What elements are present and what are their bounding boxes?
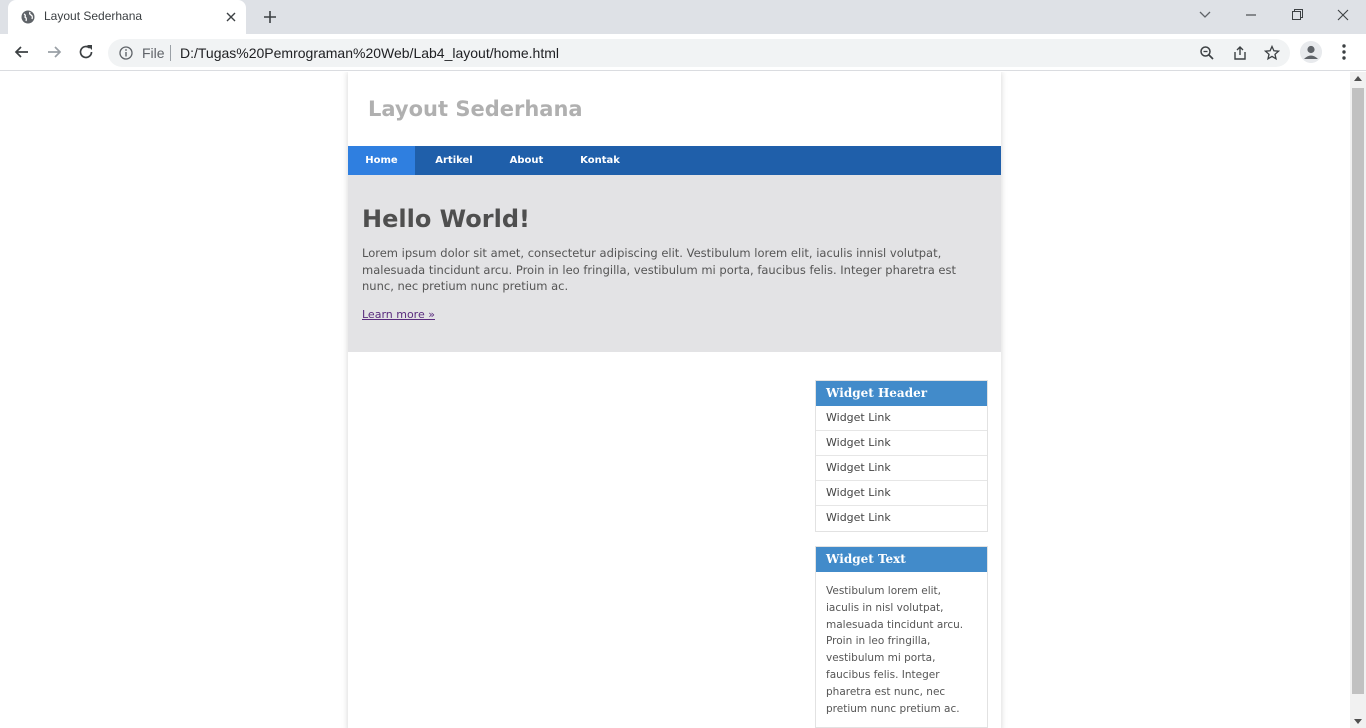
hero-section: Hello World! Lorem ipsum dolor sit amet,… <box>348 175 1001 352</box>
widget-links: Widget Header Widget Link Widget Link Wi… <box>815 380 988 532</box>
widget-text-header: Widget Text <box>816 547 987 572</box>
widget-link-list: Widget Link Widget Link Widget Link Widg… <box>816 406 987 531</box>
share-icon[interactable] <box>1232 45 1248 61</box>
main-nav: Home Artikel About Kontak <box>348 146 1001 175</box>
browser-toolbar: File D:/Tugas%20Pemrograman%20Web/Lab4_l… <box>0 34 1366 71</box>
bookmark-star-icon[interactable] <box>1264 45 1280 61</box>
widget-link[interactable]: Widget Link <box>816 431 987 456</box>
browser-tab[interactable]: Layout Sederhana <box>8 0 246 34</box>
vertical-scrollbar[interactable] <box>1350 72 1366 728</box>
scroll-thumb[interactable] <box>1352 88 1364 694</box>
globe-icon <box>21 10 35 24</box>
new-tab-icon[interactable] <box>261 8 279 26</box>
forward-arrow-icon[interactable] <box>44 42 64 62</box>
page-viewport: Layout Sederhana Home Artikel About Kont… <box>0 72 1350 728</box>
restore-icon[interactable] <box>1286 6 1308 24</box>
more-menu-icon[interactable] <box>1336 42 1352 62</box>
close-window-icon[interactable] <box>1332 6 1354 24</box>
address-bar[interactable]: File D:/Tugas%20Pemrograman%20Web/Lab4_l… <box>108 39 1290 67</box>
reload-icon[interactable] <box>76 42 96 62</box>
tab-search-chevron-icon[interactable] <box>1194 6 1216 24</box>
nav-item-about[interactable]: About <box>493 146 560 175</box>
zoom-icon[interactable] <box>1199 45 1215 61</box>
nav-item-home[interactable]: Home <box>348 146 415 175</box>
scheme-label: File <box>142 45 165 61</box>
widget-link[interactable]: Widget Link <box>816 456 987 481</box>
widget-link[interactable]: Widget Link <box>816 506 987 531</box>
learn-more-link[interactable]: Learn more » <box>362 308 435 321</box>
hero-text: Lorem ipsum dolor sit amet, consectetur … <box>362 246 957 293</box>
tab-title: Layout Sederhana <box>44 9 143 23</box>
scroll-up-arrow-icon[interactable] <box>1354 76 1362 81</box>
minimize-icon[interactable] <box>1240 6 1262 24</box>
tab-strip: Layout Sederhana <box>0 0 1366 34</box>
nav-item-kontak[interactable]: Kontak <box>560 146 640 175</box>
widget-header: Widget Header <box>816 381 987 406</box>
site-title: Layout Sederhana <box>368 97 583 121</box>
omnibox-divider <box>170 45 171 61</box>
hero-title: Hello World! <box>362 205 530 233</box>
widget-text: Widget Text Vestibulum lorem elit, iacul… <box>815 546 988 728</box>
nav-item-artikel[interactable]: Artikel <box>415 146 493 175</box>
url-text[interactable]: D:/Tugas%20Pemrograman%20Web/Lab4_layout… <box>180 45 559 61</box>
profile-avatar-icon[interactable] <box>1300 41 1322 63</box>
info-icon[interactable] <box>119 46 133 60</box>
back-arrow-icon[interactable] <box>12 42 32 62</box>
widget-text-body: Vestibulum lorem elit, iaculis in nisl v… <box>826 585 964 715</box>
widget-link[interactable]: Widget Link <box>816 406 987 431</box>
scroll-down-arrow-icon[interactable] <box>1354 719 1362 724</box>
page-container: Layout Sederhana Home Artikel About Kont… <box>348 72 1001 728</box>
widget-link[interactable]: Widget Link <box>816 481 987 506</box>
close-tab-icon[interactable] <box>224 10 238 24</box>
